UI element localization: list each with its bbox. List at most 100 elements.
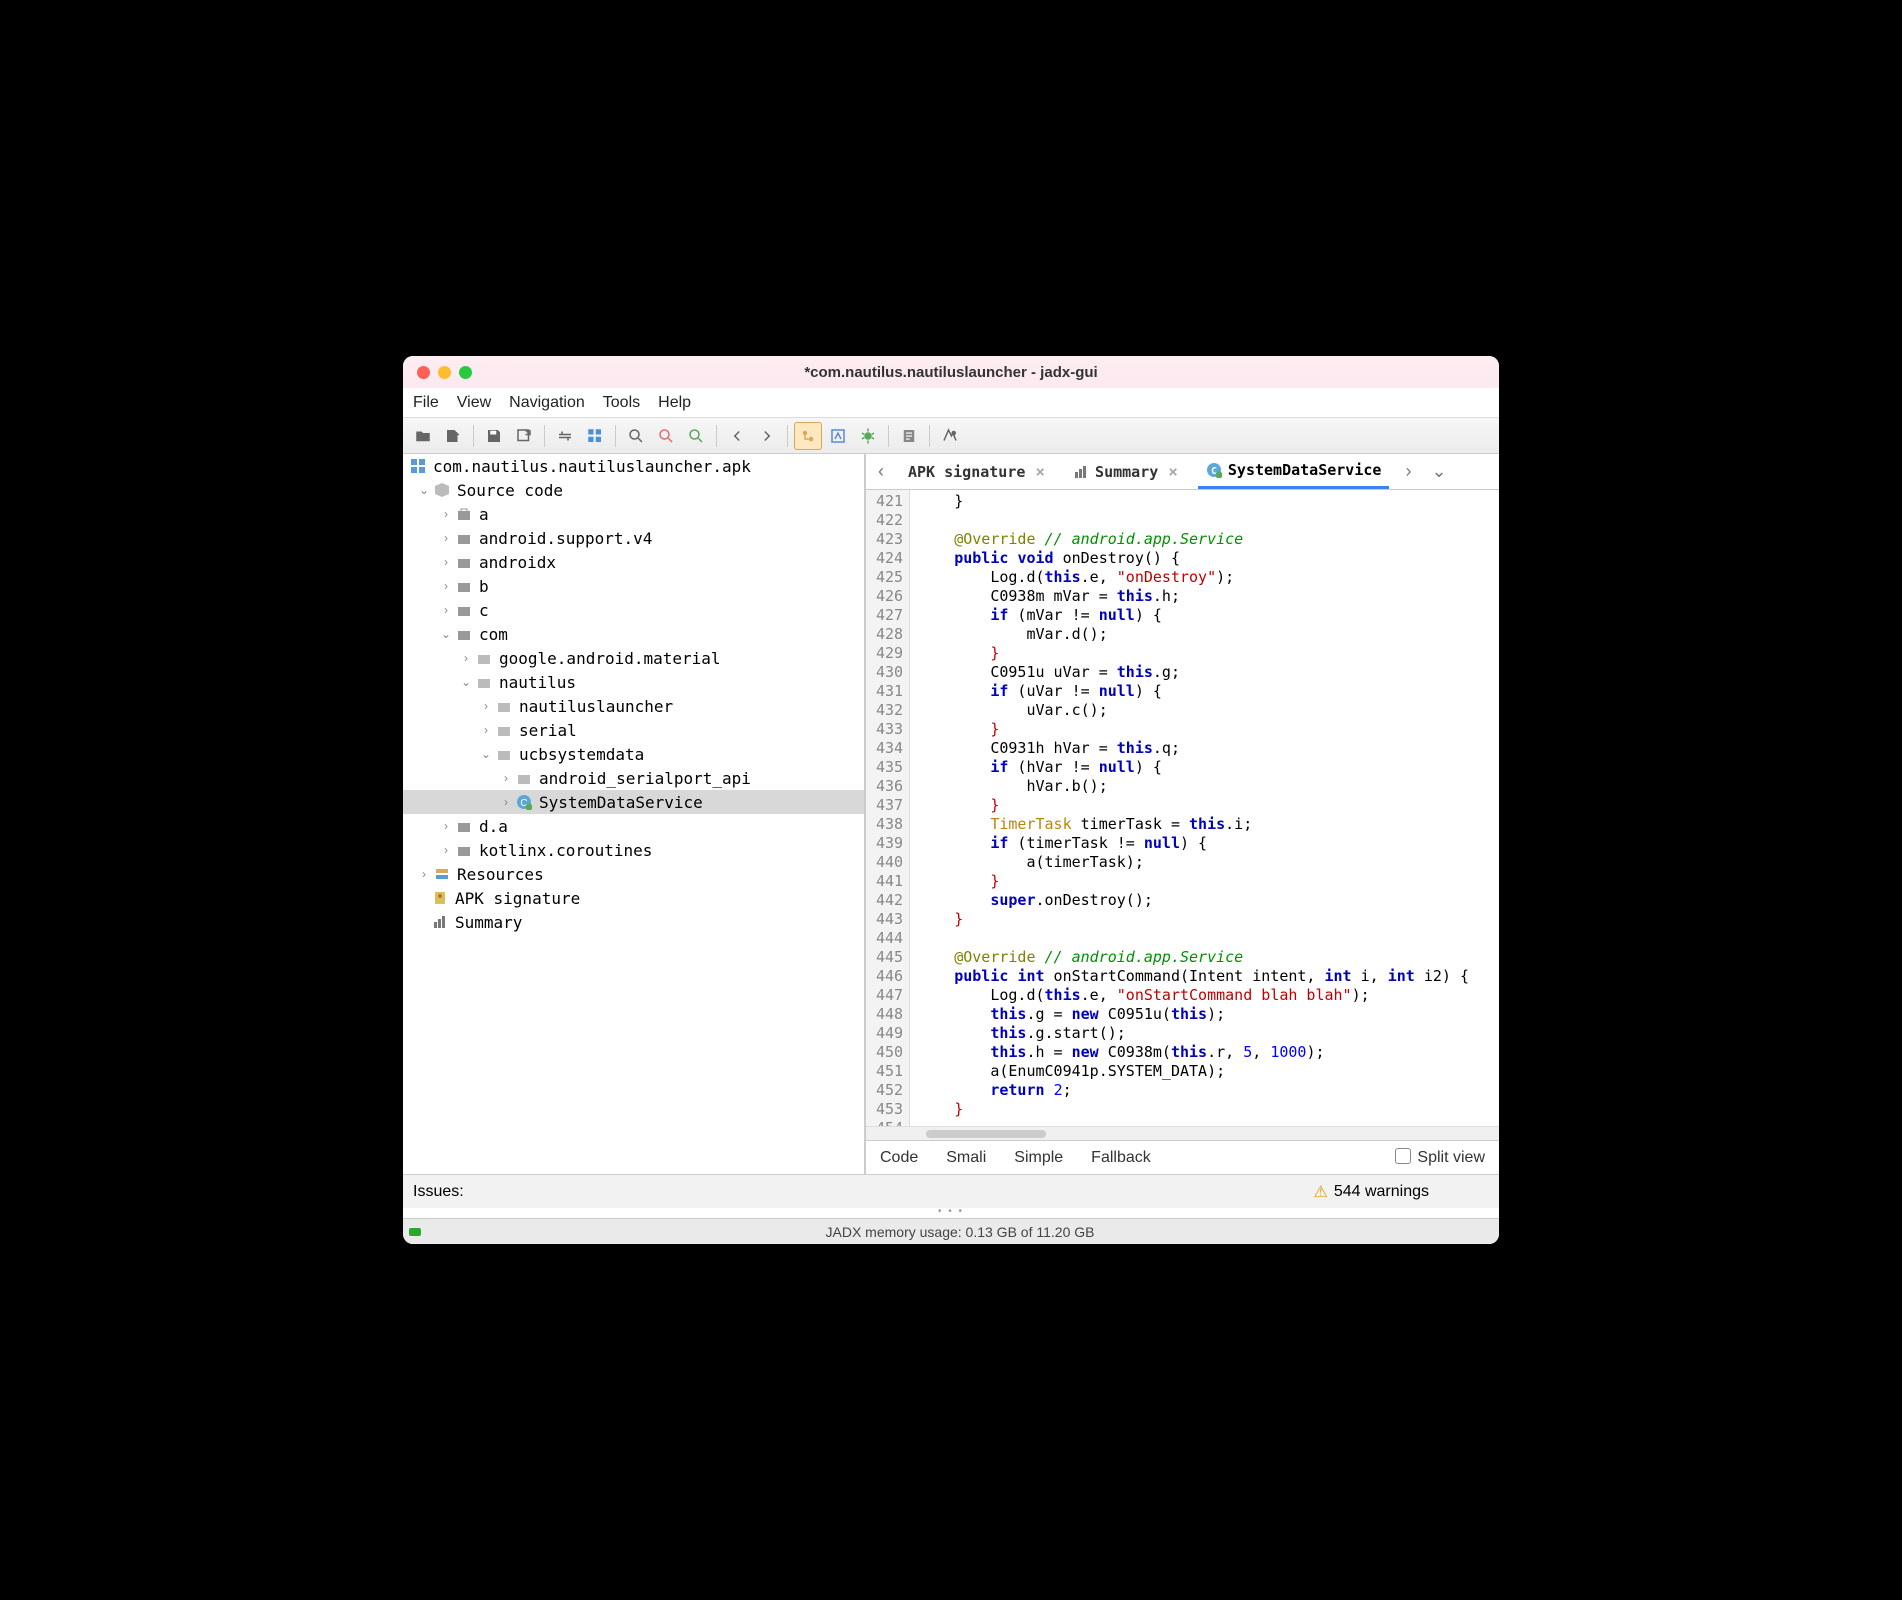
sync-icon[interactable] <box>551 422 579 450</box>
twisty-icon[interactable]: ⌄ <box>459 675 473 689</box>
debug-icon[interactable] <box>854 422 882 450</box>
class-icon: C <box>515 793 533 811</box>
twisty-icon[interactable]: › <box>439 555 453 569</box>
tree-class-systemdataservice[interactable]: ›CSystemDataService <box>403 790 864 814</box>
tab-prev-icon[interactable]: ‹ <box>874 461 888 482</box>
tab-systemdataservice[interactable]: C SystemDataService <box>1198 454 1390 489</box>
add-file-icon[interactable] <box>439 422 467 450</box>
tree-pkg-b[interactable]: ›b <box>403 574 864 598</box>
twisty-icon[interactable]: › <box>499 795 513 809</box>
twisty-icon[interactable]: › <box>439 579 453 593</box>
search-text-icon[interactable] <box>682 422 710 450</box>
settings-icon[interactable] <box>936 422 964 450</box>
tree-pkg-google-material[interactable]: ›google.android.material <box>403 646 864 670</box>
menu-navigation[interactable]: Navigation <box>509 394 585 412</box>
tree-label: androidx <box>479 553 556 572</box>
twisty-icon[interactable]: › <box>439 603 453 617</box>
back-icon[interactable] <box>723 422 751 450</box>
tree-pkg-d-a[interactable]: › d.a <box>403 814 864 838</box>
tree-pkg-serial[interactable]: ›serial <box>403 718 864 742</box>
tree-pkg-c[interactable]: ›c <box>403 598 864 622</box>
tab-apk-signature[interactable]: APK signature × <box>900 454 1053 489</box>
tab-summary[interactable]: Summary × <box>1065 454 1186 489</box>
tab-label: APK signature <box>908 463 1025 481</box>
twisty-icon[interactable]: ⌄ <box>479 747 493 761</box>
tab-next-icon[interactable]: › <box>1401 461 1415 482</box>
tree-pkg-kotlinx[interactable]: ›kotlinx.coroutines <box>403 838 864 862</box>
menu-file[interactable]: File <box>413 394 439 412</box>
tree-summary[interactable]: Summary <box>403 910 864 934</box>
viewtab-simple[interactable]: Simple <box>1014 1149 1063 1167</box>
package-icon <box>495 745 513 763</box>
viewtab-smali[interactable]: Smali <box>946 1149 986 1167</box>
separator <box>544 425 545 447</box>
tree-pkg-nautiluslauncher[interactable]: › nautiluslauncher <box>403 694 864 718</box>
tree-resources[interactable]: ›Resources <box>403 862 864 886</box>
maximize-icon[interactable] <box>459 366 472 379</box>
twisty-icon[interactable]: › <box>439 843 453 857</box>
window-controls <box>403 366 472 379</box>
twisty-icon[interactable]: › <box>459 651 473 665</box>
code-text[interactable]: } @Override // android.app.Service publi… <box>910 490 1499 1126</box>
open-icon[interactable] <box>409 422 437 450</box>
close-icon[interactable] <box>417 366 430 379</box>
flatten-icon[interactable] <box>581 422 609 450</box>
tab-label: SystemDataService <box>1228 461 1382 479</box>
resize-grip-icon[interactable]: • • • <box>403 1208 1499 1218</box>
package-icon <box>475 673 493 691</box>
tree-pkg-com[interactable]: ⌄ com <box>403 622 864 646</box>
tree-pkg-androidx[interactable]: › androidx <box>403 550 864 574</box>
project-tree[interactable]: com.nautilus.nautiluslauncher.apk ⌄Sourc… <box>403 454 865 1174</box>
viewtab-fallback[interactable]: Fallback <box>1091 1149 1151 1167</box>
twisty-icon[interactable]: › <box>439 531 453 545</box>
tree-pkg-ucbsystemdata[interactable]: ⌄ucbsystemdata <box>403 742 864 766</box>
checkbox-icon[interactable] <box>1395 1148 1411 1164</box>
line-gutter: 4214224234244254264274284294304314324334… <box>866 490 910 1126</box>
horizontal-scrollbar[interactable] <box>866 1126 1499 1140</box>
warnings-count[interactable]: 544 warnings <box>1334 1183 1429 1201</box>
tree-pkg-android-support[interactable]: ›android.support.v4 <box>403 526 864 550</box>
twisty-icon[interactable]: › <box>439 507 453 521</box>
tree-pkg-android-serialport[interactable]: ›android_serialport_api <box>403 766 864 790</box>
code-editor[interactable]: 4214224234244254264274284294304314324334… <box>866 490 1499 1126</box>
tree-source-code[interactable]: ⌄Source code <box>403 478 864 502</box>
export-icon[interactable] <box>510 422 538 450</box>
tree-label: com <box>479 625 508 644</box>
deobfuscate-icon[interactable] <box>794 422 822 450</box>
separator <box>716 425 717 447</box>
tree-root[interactable]: com.nautilus.nautiluslauncher.apk <box>403 454 864 478</box>
tree-label: com.nautilus.nautiluslauncher.apk <box>433 457 751 476</box>
search-class-icon[interactable] <box>652 422 680 450</box>
quark-icon[interactable] <box>824 422 852 450</box>
tree-label: d.a <box>479 817 508 836</box>
tree-pkg-a[interactable]: ›a <box>403 502 864 526</box>
package-icon <box>455 841 473 859</box>
statusbar: JADX memory usage: 0.13 GB of 11.20 GB <box>403 1218 1499 1244</box>
twisty-icon[interactable]: › <box>479 699 493 713</box>
twisty-icon[interactable]: › <box>479 723 493 737</box>
tree-pkg-nautilus[interactable]: ⌄nautilus <box>403 670 864 694</box>
search-icon[interactable] <box>622 422 650 450</box>
menu-help[interactable]: Help <box>658 394 691 412</box>
save-icon[interactable] <box>480 422 508 450</box>
tree-label: nautiluslauncher <box>519 697 673 716</box>
viewtab-code[interactable]: Code <box>880 1149 918 1167</box>
tree-apk-signature[interactable]: APK signature <box>403 886 864 910</box>
log-icon[interactable] <box>895 422 923 450</box>
forward-icon[interactable] <box>753 422 781 450</box>
scrollbar-thumb[interactable] <box>926 1130 1046 1138</box>
package-icon <box>455 817 473 835</box>
tab-menu-icon[interactable]: ⌄ <box>1427 461 1450 482</box>
close-icon[interactable]: × <box>1168 462 1178 481</box>
close-icon[interactable]: × <box>1035 462 1045 481</box>
twisty-icon[interactable]: ⌄ <box>439 627 453 641</box>
twisty-icon[interactable]: › <box>417 867 431 881</box>
twisty-icon[interactable]: ⌄ <box>417 483 431 497</box>
menu-view[interactable]: View <box>457 394 491 412</box>
split-view-checkbox[interactable]: Split view <box>1395 1148 1485 1167</box>
certificate-icon <box>431 889 449 907</box>
menu-tools[interactable]: Tools <box>603 394 640 412</box>
twisty-icon[interactable]: › <box>439 819 453 833</box>
minimize-icon[interactable] <box>438 366 451 379</box>
twisty-icon[interactable]: › <box>499 771 513 785</box>
